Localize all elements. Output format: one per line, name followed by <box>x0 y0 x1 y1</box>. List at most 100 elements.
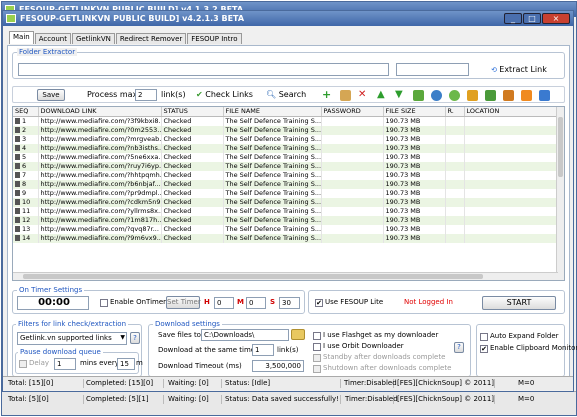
web-icon[interactable] <box>449 90 460 101</box>
seq-number: 10 <box>22 198 31 206</box>
shutdown-checkbox[interactable] <box>313 365 321 373</box>
maximize-button[interactable]: □ <box>523 13 541 24</box>
flashget-checkbox[interactable] <box>313 332 321 340</box>
column-header[interactable]: FILE NAME <box>223 107 322 117</box>
use-fesoup-lite-checkbox[interactable]: ✔ <box>315 299 323 307</box>
set-timer-button[interactable]: Set Timer <box>166 296 201 309</box>
tab-fesoup-intro[interactable]: FESOUP Intro <box>187 33 242 44</box>
table-cell: 190.73 MB <box>383 234 446 243</box>
table-row[interactable]: 5 http://www.mediafire.com/?5ne6xxa... Che… <box>13 153 559 162</box>
link-status-icon <box>15 145 20 151</box>
table-row[interactable]: 13 http://www.mediafire.com/?qvq87r... Che… <box>13 225 559 234</box>
refresh-icon[interactable] <box>467 90 478 101</box>
column-header[interactable]: DOWNLOAD LINK <box>38 107 162 117</box>
chevron-down-icon: ▼ <box>120 334 125 341</box>
enable-ontimer-label: Enable OnTimer <box>110 298 167 306</box>
table-row[interactable]: 10 http://www.mediafire.com/?cdkm5n9... Ch… <box>13 198 559 207</box>
table-row[interactable]: 2 http://www.mediafire.com/?0m2553... Chec… <box>13 126 559 135</box>
table-cell: 1 <box>13 116 39 126</box>
move-down-icon[interactable]: ▼ <box>395 89 406 100</box>
table-cell: 190.73 MB <box>383 171 446 180</box>
filters-help-button[interactable]: ? <box>130 332 140 344</box>
table-horizontal-scrollbar[interactable] <box>13 272 558 280</box>
table-row[interactable]: 12 http://www.mediafire.com/?1m817h... Che… <box>13 216 559 225</box>
close-button[interactable]: × <box>542 13 570 24</box>
table-cell: The Self Defence Training S... <box>223 207 322 216</box>
column-header[interactable]: PASSWORD <box>321 107 384 117</box>
table-cell: http://www.mediafire.com/?ruy7i6yp... <box>38 162 162 171</box>
add-icon[interactable]: + <box>322 89 333 101</box>
filters-select[interactable]: Getlink.vn supported links ▼ <box>17 332 127 345</box>
table-row[interactable]: 7 http://www.mediafire.com/?hhtpqmh... Che… <box>13 171 559 180</box>
table-vertical-scrollbar[interactable] <box>556 107 564 280</box>
enable-ontimer-checkbox[interactable] <box>100 299 108 307</box>
every-minutes-input[interactable]: 15 <box>117 358 135 370</box>
column-header[interactable]: R. <box>445 107 465 117</box>
minimize-button[interactable]: _ <box>504 13 522 24</box>
table-cell: 8 <box>13 180 39 189</box>
folder-name-input[interactable] <box>396 63 469 76</box>
table-cell <box>464 153 559 162</box>
minutes-input[interactable]: 0 <box>246 297 266 309</box>
column-header[interactable]: STATUS <box>161 107 224 117</box>
filters-select-value: Getlink.vn supported links <box>20 334 112 342</box>
table-cell: Checked <box>161 225 224 234</box>
tab-redirect-remover[interactable]: Redirect Remover <box>115 33 187 44</box>
folder-icon[interactable] <box>291 329 305 340</box>
delay-checkbox[interactable] <box>19 360 27 368</box>
clipboard-monitor-checkbox[interactable]: ✔ <box>480 345 488 353</box>
help-icon[interactable] <box>539 90 550 101</box>
link-status-icon <box>15 118 20 124</box>
link-status-icon <box>15 208 20 214</box>
orbit-help-button[interactable]: ? <box>454 342 464 353</box>
globe-icon[interactable] <box>431 90 442 101</box>
table-row[interactable]: 9 http://www.mediafire.com/?pr9dmpl... Che… <box>13 189 559 198</box>
save-files-label: Save files to <box>158 331 201 339</box>
seq-number: 12 <box>22 216 31 224</box>
table-row[interactable]: 8 http://www.mediafire.com/?b6nbjaf... Che… <box>13 180 559 189</box>
delay-minutes-input[interactable]: 1 <box>54 358 76 370</box>
info-icon[interactable] <box>485 90 496 101</box>
table-row[interactable]: 11 http://www.mediafire.com/?yllrms8x... C… <box>13 207 559 216</box>
column-header[interactable]: FILE SIZE <box>383 107 446 117</box>
table-row[interactable]: 1 http://www.mediafire.com/?3f9kbxi8... Ch… <box>13 116 559 126</box>
flashget-label: I use Flashget as my downloader <box>323 331 439 339</box>
tab-main[interactable]: Main <box>9 31 34 44</box>
timeout-input[interactable]: 3,500,000 <box>252 360 304 372</box>
search-button[interactable]: 🔍︎ Search <box>266 90 306 99</box>
table-row[interactable]: 14 http://www.mediafire.com/?9m6vx9... Che… <box>13 234 559 243</box>
filters-legend: Filters for link check/extraction <box>16 320 129 328</box>
delete-icon[interactable]: ✕ <box>358 89 369 100</box>
folder-url-input[interactable] <box>18 63 389 76</box>
table-row[interactable]: 4 http://www.mediafire.com/?nb3isths... Ch… <box>13 144 559 153</box>
tab-account[interactable]: Account <box>34 33 71 44</box>
extract-link-button[interactable]: ⟲ Extract Link <box>482 63 556 76</box>
table-row[interactable]: 3 http://www.mediafire.com/?mrgveab... Che… <box>13 135 559 144</box>
move-up-icon[interactable]: ▲ <box>377 89 388 100</box>
hours-input[interactable]: 0 <box>214 297 234 309</box>
orbit-checkbox[interactable] <box>313 343 321 351</box>
column-header[interactable]: SEQ <box>13 107 39 117</box>
table-row[interactable]: 6 http://www.mediafire.com/?ruy7i6yp... Ch… <box>13 162 559 171</box>
standby-checkbox[interactable] <box>313 354 321 362</box>
table-cell: 7 <box>13 171 39 180</box>
auto-expand-checkbox[interactable] <box>480 333 488 341</box>
table-cell: Checked <box>161 162 224 171</box>
link-status-icon <box>15 217 20 223</box>
move-top-icon[interactable] <box>413 90 424 101</box>
save-button[interactable]: Save <box>37 89 65 101</box>
start-button[interactable]: START <box>482 296 556 310</box>
seconds-input[interactable]: 30 <box>279 297 300 309</box>
column-header[interactable]: LOCATION <box>464 107 559 117</box>
rss-icon[interactable] <box>521 90 532 101</box>
check-links-button[interactable]: ✔ Check Links <box>196 90 253 99</box>
table-cell: The Self Defence Training S... <box>223 216 322 225</box>
settings-icon[interactable] <box>503 90 514 101</box>
paste-icon[interactable] <box>340 90 351 101</box>
save-path-input[interactable]: C:\Downloads\ <box>201 329 289 341</box>
on-timer-legend: On Timer Settings <box>17 286 85 294</box>
process-max-label: Process max <box>87 90 138 99</box>
same-time-stepper[interactable]: 1 <box>252 344 274 356</box>
tab-getlinkvn[interactable]: GetlinkVN <box>71 33 115 44</box>
process-max-stepper[interactable]: 2 <box>135 89 157 101</box>
